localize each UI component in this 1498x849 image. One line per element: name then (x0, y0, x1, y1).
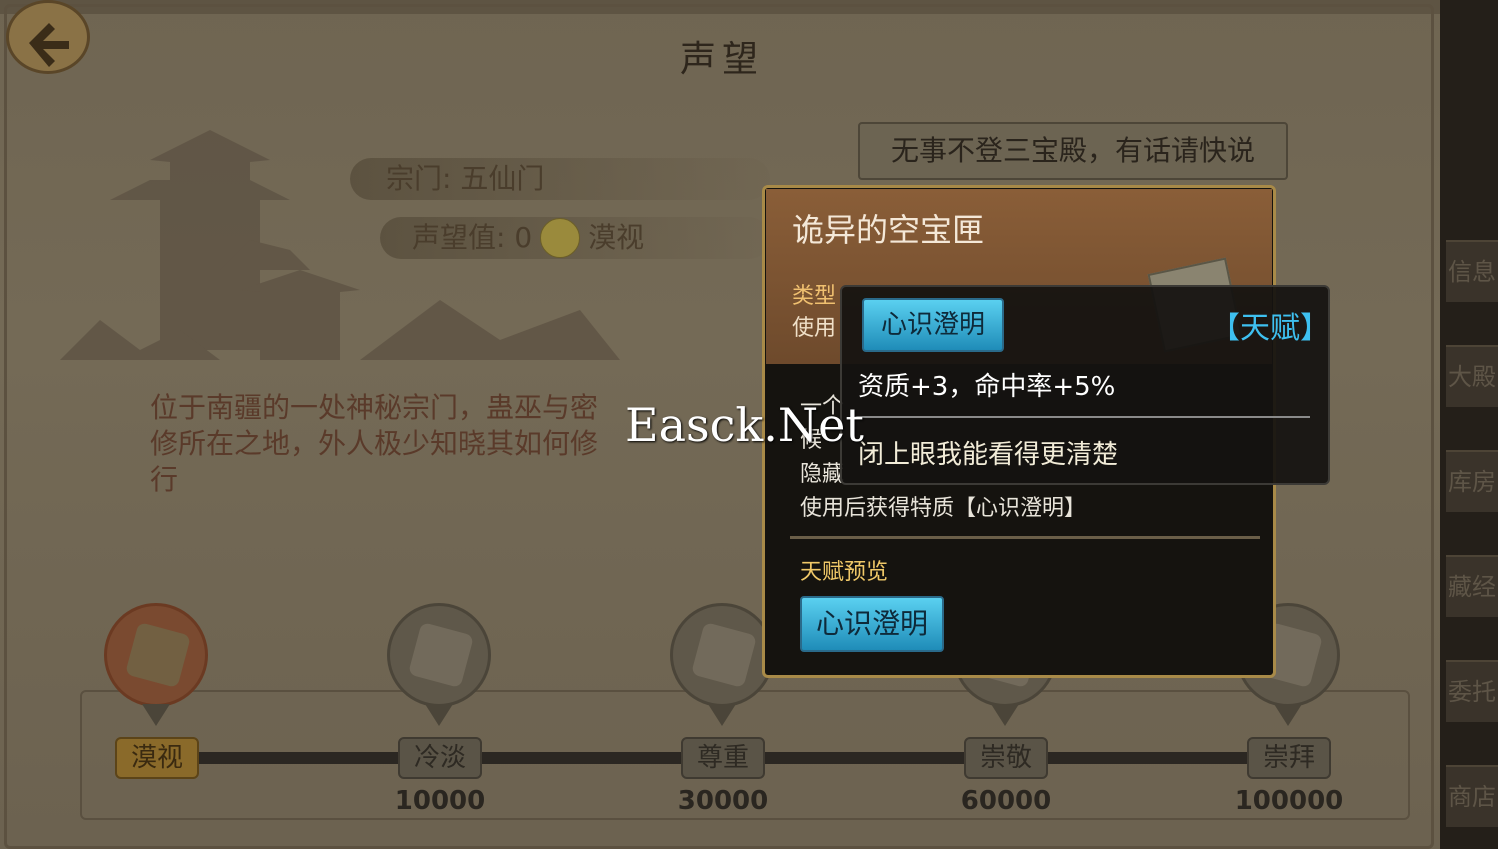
tier-label-disdain: 漠视 (115, 737, 199, 779)
side-tab-scripture[interactable]: 藏经 (1446, 555, 1498, 617)
talent-preview-button[interactable]: 心识澄明 (800, 596, 944, 652)
talisman-icon (690, 621, 758, 689)
tier-value-respect: 30000 (677, 786, 769, 816)
scroll-icon (407, 621, 475, 689)
back-button[interactable] (6, 0, 90, 74)
tier-value-cold: 10000 (394, 786, 486, 816)
tier-icon-disdain[interactable] (104, 603, 208, 707)
side-tab-hall[interactable]: 大殿 (1446, 345, 1498, 407)
item-title: 诡异的空宝匣 (792, 211, 985, 249)
tier-pointer (425, 704, 453, 726)
talent-stats: 资质+3，命中率+5% (858, 372, 1116, 402)
side-tab-strip: 信息 大殿 库房 藏经 委托 商店 (1440, 0, 1498, 849)
tier-label-respect: 尊重 (681, 737, 765, 779)
talent-tag: 【天赋】 (1210, 311, 1330, 346)
tier-icon-respect[interactable] (670, 603, 774, 707)
emoji-face-icon (540, 218, 581, 258)
tier-pointer (708, 704, 736, 726)
side-tab-commission[interactable]: 委托 (1446, 660, 1498, 722)
back-arrow-icon (29, 23, 69, 67)
talent-flavor-text: 闭上眼我能看得更清楚 (858, 440, 1119, 470)
tier-value-reverence: 60000 (960, 786, 1052, 816)
reputation-pill: 声望值: 0 漠视 (380, 217, 770, 259)
tier-pointer (142, 704, 170, 726)
reputation-value: 声望值: 0 (412, 221, 533, 254)
potion-bag-icon (124, 621, 192, 689)
side-tab-shop[interactable]: 商店 (1446, 765, 1498, 827)
talent-name-badge: 心识澄明 (862, 298, 1004, 352)
npc-speech-bubble: 无事不登三宝殿，有话请快说 (858, 122, 1288, 180)
item-use-label: 使用 (792, 316, 837, 341)
item-type-label: 类型 (792, 284, 837, 309)
talent-preview-label: 天赋预览 (800, 560, 889, 585)
tier-icon-cold[interactable] (387, 603, 491, 707)
page-title: 声望 (680, 39, 765, 80)
sect-name-pill: 宗门: 五仙门 (350, 158, 770, 200)
watermark: Easck.Net (625, 398, 864, 452)
item-desc-line: 使用后获得特质【心识澄明】 (800, 496, 1087, 521)
sect-description: 位于南疆的一处神秘宗门，蛊巫与密修所在之地，外人极少知晓其如何修行 (150, 391, 599, 496)
tier-pointer (991, 704, 1019, 726)
card-divider (790, 536, 1260, 539)
tier-value-worship: 100000 (1234, 786, 1344, 816)
tooltip-divider (852, 416, 1310, 418)
side-tab-storehouse[interactable]: 库房 (1446, 450, 1498, 512)
side-tab-info[interactable]: 信息 (1446, 240, 1498, 302)
reputation-rank: 漠视 (588, 221, 645, 254)
tier-label-reverence: 崇敬 (964, 737, 1048, 779)
tier-label-worship: 崇拜 (1247, 737, 1331, 779)
tier-pointer (1274, 704, 1302, 726)
tier-label-cold: 冷淡 (398, 737, 482, 779)
